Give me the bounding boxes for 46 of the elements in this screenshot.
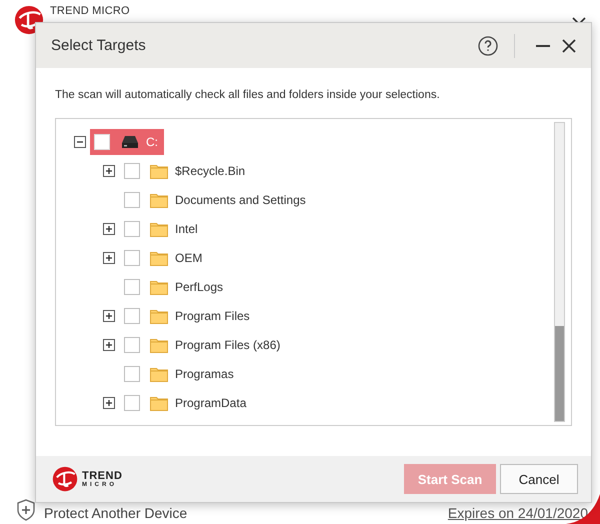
cancel-button[interactable]: Cancel xyxy=(500,464,578,494)
expand-icon[interactable] xyxy=(103,252,115,264)
expiry-link[interactable]: Expires on 24/01/2020 xyxy=(448,505,588,521)
expand-icon[interactable] xyxy=(103,164,115,176)
expand-icon[interactable] xyxy=(103,338,115,350)
expand-icon[interactable] xyxy=(103,310,115,322)
folder-label[interactable]: Documents and Settings xyxy=(175,192,306,206)
folder-icon xyxy=(150,366,168,382)
drive-label: C: xyxy=(146,134,158,148)
folder-icon xyxy=(150,278,168,294)
checkbox[interactable] xyxy=(124,192,140,208)
folder-icon xyxy=(150,220,168,236)
expand-icon[interactable] xyxy=(103,222,115,234)
checkbox[interactable] xyxy=(124,308,140,324)
folder-label[interactable]: Program Files xyxy=(175,308,250,322)
protect-device-link[interactable]: Protect Another Device xyxy=(44,505,188,521)
checkbox[interactable] xyxy=(124,250,140,266)
folder-label[interactable]: Program Files (x86) xyxy=(175,338,280,352)
folder-icon xyxy=(150,162,168,178)
checkbox[interactable] xyxy=(94,134,110,150)
folder-icon xyxy=(150,308,168,324)
folder-label[interactable]: Intel xyxy=(175,222,198,236)
checkbox[interactable] xyxy=(124,336,140,352)
checkbox[interactable] xyxy=(124,162,140,178)
checkbox[interactable] xyxy=(124,394,140,410)
scrollbar[interactable] xyxy=(554,122,565,422)
folder-label[interactable]: $Recycle.Bin xyxy=(175,164,246,178)
drive-icon xyxy=(121,134,139,148)
logo-icon xyxy=(52,466,78,492)
checkbox[interactable] xyxy=(124,278,140,294)
checkbox[interactable] xyxy=(124,220,140,236)
folder-label[interactable]: ProgramData xyxy=(175,396,246,410)
folder-icon xyxy=(150,192,168,208)
collapse-icon[interactable] xyxy=(74,136,86,148)
folder-icon xyxy=(150,394,168,410)
expand-icon[interactable] xyxy=(103,396,115,408)
folder-icon xyxy=(150,250,168,266)
brand-name: TREND xyxy=(82,470,122,482)
folder-label[interactable]: PerfLogs xyxy=(175,280,224,294)
folder-label[interactable]: OEM xyxy=(175,250,202,264)
brand-name: TREND MICRO xyxy=(50,5,130,18)
instruction-text: The scan will automatically check all files and folders inside your selections. xyxy=(55,89,441,101)
folder-label[interactable]: Programas xyxy=(175,366,234,380)
checkbox[interactable] xyxy=(124,366,140,382)
dialog-title: Select Targets xyxy=(51,37,147,54)
folder-icon xyxy=(150,336,168,352)
